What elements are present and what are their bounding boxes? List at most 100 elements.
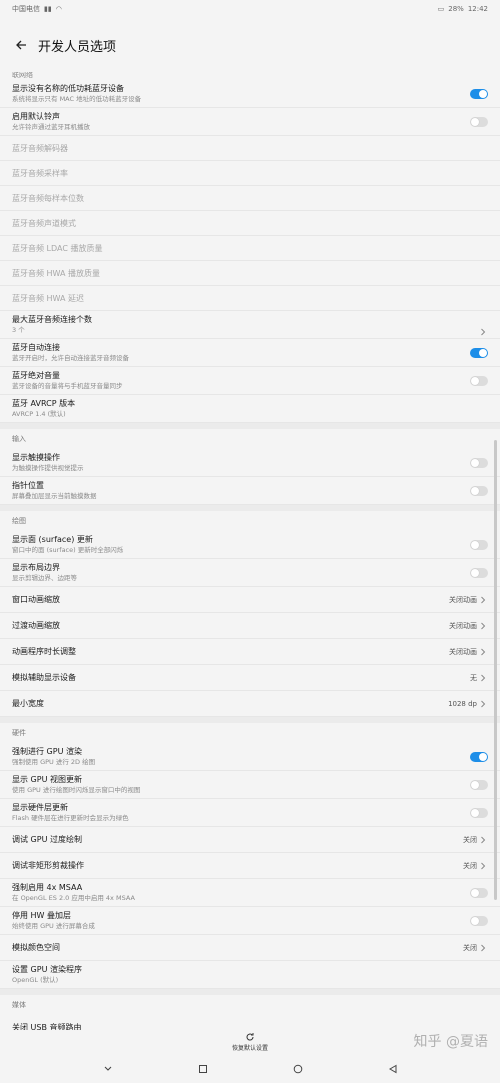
toggle-switch[interactable] — [470, 88, 488, 99]
setting-value: 关闭 — [463, 943, 477, 952]
setting-value-wrap: 关闭 — [463, 835, 488, 845]
setting-texts: 显示布局边界 显示剪辑边界、边距等 — [12, 562, 77, 583]
setting-value-wrap: 关闭动画 — [449, 595, 488, 605]
toggle-knob — [479, 348, 487, 357]
setting-title: 蓝牙音频每样本位数 — [12, 193, 84, 203]
setting-value: 关闭动画 — [449, 595, 477, 604]
setting-row[interactable]: 窗口动画缩放 关闭动画 — [0, 587, 500, 613]
setting-value-wrap: 1028 dp — [448, 700, 488, 708]
setting-title: 动画程序时长调整 — [12, 647, 76, 656]
chevron-right-icon — [480, 596, 488, 604]
setting-row[interactable]: 显示触摸操作 为触摸操作提供视觉提示 — [0, 449, 500, 477]
setting-row[interactable]: 蓝牙音频每样本位数 — [0, 186, 500, 211]
setting-value-wrap: 无 — [470, 673, 488, 683]
setting-row[interactable]: 蓝牙音频采样率 — [0, 161, 500, 186]
setting-title: 停用 HW 叠加层 — [12, 911, 72, 920]
setting-title: 最大蓝牙音频连接个数 — [12, 315, 92, 324]
recents-square-icon[interactable] — [196, 1062, 210, 1076]
toggle-knob — [471, 808, 479, 817]
setting-subtitle: 显示剪辑边界、边距等 — [12, 574, 77, 582]
setting-row[interactable]: 显示硬件层更新 Flash 硬件层在进行更新时会显示为绿色 — [0, 799, 500, 827]
setting-row[interactable]: 最小宽度 1028 dp — [0, 691, 500, 717]
wifi-icon: ◠ — [55, 5, 62, 13]
setting-texts: 显示 GPU 视图更新 使用 GPU 进行绘图时闪烁显示窗口中的视图 — [12, 774, 140, 795]
setting-texts: 蓝牙音频声道模式 — [12, 218, 76, 229]
setting-row[interactable]: 蓝牙音频 HWA 延迟 — [0, 286, 500, 311]
toggle-switch[interactable] — [470, 779, 488, 790]
back-arrow-icon[interactable] — [12, 36, 30, 54]
setting-row[interactable]: 启用默认铃声允许铃声通过蓝牙耳机播放 — [0, 108, 500, 136]
setting-title: 显示触摸操作 — [12, 453, 60, 462]
toggle-switch[interactable] — [470, 485, 488, 496]
toggle-switch[interactable] — [470, 887, 488, 898]
setting-row[interactable]: 蓝牙音频 HWA 播放质量 — [0, 261, 500, 286]
setting-row[interactable]: 模拟辅助显示设备 无 — [0, 665, 500, 691]
drawing-group: 显示面 (surface) 更新 窗口中的面 (surface) 更新时全部闪烁显… — [0, 531, 500, 717]
setting-title: 窗口动画缩放 — [12, 595, 60, 604]
setting-row[interactable]: 关闭 USB 音频路由 — [0, 1015, 500, 1031]
setting-row[interactable]: 显示 GPU 视图更新 使用 GPU 进行绘图时闪烁显示窗口中的视图 — [0, 771, 500, 799]
setting-row[interactable]: 动画程序时长调整 关闭动画 — [0, 639, 500, 665]
setting-title: 启用默认铃声 — [12, 112, 60, 121]
setting-title: 关闭 USB 音频路由 — [12, 1022, 82, 1031]
toggle-switch[interactable] — [470, 915, 488, 926]
setting-title: 蓝牙音频 HWA 播放质量 — [12, 268, 101, 278]
setting-row[interactable]: 蓝牙音频解码器 — [0, 136, 500, 161]
toggle-switch[interactable] — [470, 457, 488, 468]
scrollbar[interactable] — [494, 440, 497, 900]
back-triangle-icon[interactable] — [386, 1062, 400, 1076]
toggle-switch[interactable] — [470, 807, 488, 818]
setting-row[interactable]: 蓝牙音频声道模式 — [0, 211, 500, 236]
setting-row[interactable]: 蓝牙音频 LDAC 播放质量 — [0, 236, 500, 261]
setting-row[interactable]: 强制启用 4x MSAA 在 OpenGL ES 2.0 应用中启用 4x MSA… — [0, 879, 500, 907]
settings-list[interactable]: 联网络 显示没有名称的低功耗蓝牙设备 系统将显示只有 MAC 地址的低功耗蓝牙设备… — [0, 72, 500, 1030]
setting-value: 无 — [470, 673, 477, 682]
toggle-switch[interactable] — [470, 751, 488, 762]
setting-texts: 调试非矩形剪裁操作 — [12, 860, 84, 871]
chevron-right-icon — [480, 836, 488, 844]
setting-row[interactable]: 蓝牙 AVRCP 版本 AVRCP 1.4 (默认) — [0, 395, 500, 423]
chevron-right-icon — [480, 674, 488, 682]
setting-subtitle: OpenGL (默认) — [12, 976, 59, 984]
setting-subtitle: 允许铃声通过蓝牙耳机播放 — [12, 123, 90, 131]
setting-title: 蓝牙音频解码器 — [12, 143, 68, 153]
toggle-switch[interactable] — [470, 116, 488, 127]
toggle-knob — [471, 117, 479, 126]
toggle-switch[interactable] — [470, 375, 488, 386]
setting-row[interactable]: 蓝牙绝对音量 蓝牙设备的音量将与手机蓝牙音量同步 — [0, 367, 500, 395]
home-circle-icon[interactable] — [291, 1062, 305, 1076]
setting-row[interactable]: 显示面 (surface) 更新 窗口中的面 (surface) 更新时全部闪烁 — [0, 531, 500, 559]
nav-down-icon[interactable] — [101, 1062, 115, 1076]
chevron-right-icon — [480, 862, 488, 870]
toggle-switch[interactable] — [470, 539, 488, 550]
setting-title: 显示面 (surface) 更新 — [12, 535, 93, 544]
setting-row[interactable]: 过渡动画缩放 关闭动画 — [0, 613, 500, 639]
toggle-switch[interactable] — [470, 347, 488, 358]
chevron-right-icon — [480, 622, 488, 630]
setting-row[interactable]: 设置 GPU 渲染程序 OpenGL (默认) — [0, 961, 500, 989]
chevron-right-icon — [480, 648, 488, 656]
system-nav-bar — [0, 1054, 500, 1083]
setting-row[interactable]: 最大蓝牙音频连接个数 3 个 — [0, 311, 500, 339]
setting-row[interactable]: 模拟颜色空间 关闭 — [0, 935, 500, 961]
setting-row[interactable]: 调试非矩形剪裁操作 关闭 — [0, 853, 500, 879]
setting-row[interactable]: 强制进行 GPU 渲染 强制使用 GPU 进行 2D 绘图 — [0, 743, 500, 771]
toggle-knob — [471, 376, 479, 385]
top-app-bar: 开发人员选项 — [0, 18, 500, 72]
setting-title: 显示没有名称的低功耗蓝牙设备 — [12, 84, 124, 93]
setting-row[interactable]: 蓝牙自动连接 蓝牙开启时，允许自动连接蓝牙音频设备 — [0, 339, 500, 367]
section-hardware: 硬件 — [0, 723, 500, 743]
setting-row[interactable]: 调试 GPU 过度绘制 关闭 — [0, 827, 500, 853]
setting-row[interactable]: 显示布局边界 显示剪辑边界、边距等 — [0, 559, 500, 587]
toggle-switch[interactable] — [470, 567, 488, 578]
toggle-knob — [471, 458, 479, 467]
section-label-cut: 联网络 — [12, 72, 33, 79]
toggle-knob — [471, 568, 479, 577]
setting-row[interactable]: 指针位置 屏幕叠加层显示当前触摸数据 — [0, 477, 500, 505]
battery-icon: ▭ — [437, 5, 445, 13]
setting-title: 强制进行 GPU 渲染 — [12, 747, 82, 756]
setting-row[interactable]: 停用 HW 叠加层 始终使用 GPU 进行屏幕合成 — [0, 907, 500, 935]
setting-row[interactable]: 显示没有名称的低功耗蓝牙设备 系统将显示只有 MAC 地址的低功耗蓝牙设备 — [0, 80, 500, 108]
setting-title: 蓝牙音频采样率 — [12, 168, 68, 178]
setting-texts: 强制启用 4x MSAA 在 OpenGL ES 2.0 应用中启用 4x MSA… — [12, 882, 135, 903]
